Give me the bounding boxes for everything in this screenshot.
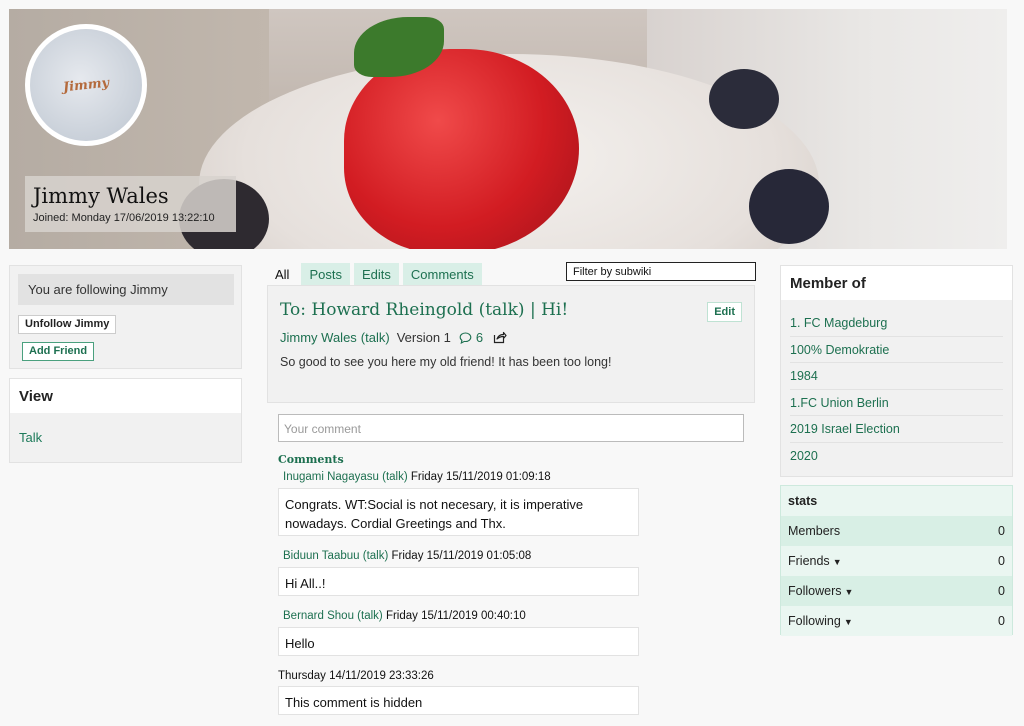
- member-of-card: Member of 1. FC Magdeburg 100% Demokrati…: [780, 265, 1013, 477]
- comment-header: Thursday 14/11/2019 23:33:26: [278, 670, 434, 682]
- share-icon[interactable]: [493, 331, 507, 344]
- post-body: So good to see you here my old friend! I…: [280, 355, 612, 369]
- stat-value: 0: [998, 554, 1005, 568]
- post-meta: Jimmy Wales (talk) Version 1 6: [280, 330, 507, 345]
- stat-label: Friends: [788, 554, 830, 568]
- stat-row-friends[interactable]: Friends ▼ 0: [781, 546, 1012, 576]
- edit-button[interactable]: Edit: [707, 302, 742, 322]
- banner-blueberry-shape: [749, 169, 829, 244]
- follow-card: You are following Jimmy Unfollow Jimmy A…: [9, 265, 242, 369]
- comment-body: Congrats. WT:Social is not necesary, it …: [278, 488, 639, 536]
- comment-header: Bernard Shou (talk) Friday 15/11/2019 00…: [283, 610, 526, 622]
- following-status: You are following Jimmy: [18, 274, 234, 305]
- comments-heading: Comments: [278, 453, 344, 466]
- comment-body-hidden: This comment is hidden: [278, 686, 639, 715]
- joined-date: Joined: Monday 17/06/2019 13:22:10: [33, 212, 215, 224]
- comment-author-link[interactable]: Biduun Taabuu: [283, 550, 360, 562]
- profile-banner: Jimmy Jimmy Wales Joined: Monday 17/06/2…: [9, 9, 1007, 249]
- tab-all[interactable]: All: [267, 263, 298, 285]
- comment-author-link[interactable]: Inugami Nagayasu: [283, 471, 379, 483]
- caret-down-icon[interactable]: ▼: [845, 587, 854, 597]
- stat-value: 0: [998, 614, 1005, 628]
- tab-edits[interactable]: Edits: [353, 263, 399, 285]
- post-version: Version 1: [396, 330, 451, 345]
- subwiki-filter-select[interactable]: Filter by subwiki: [566, 262, 756, 281]
- stat-row-followers[interactable]: Followers ▼ 0: [781, 576, 1012, 606]
- list-item[interactable]: 1.FC Union Berlin: [790, 390, 1003, 416]
- tab-posts[interactable]: Posts: [301, 263, 350, 285]
- banner-blueberry-shape: [709, 69, 779, 129]
- add-friend-button[interactable]: Add Friend: [22, 342, 95, 361]
- caret-down-icon[interactable]: ▼: [833, 557, 842, 567]
- comment-body: Hello: [278, 627, 639, 656]
- comment-date: Friday 15/11/2019 00:40:10: [385, 610, 526, 622]
- comment-header: Biduun Taabuu (talk) Friday 15/11/2019 0…: [283, 550, 531, 562]
- stat-label: Followers: [788, 584, 842, 598]
- avatar-logo-text: Jimmy: [62, 75, 110, 95]
- stat-label: Members: [788, 524, 841, 538]
- comment-author-link[interactable]: Bernard Shou: [283, 610, 354, 622]
- list-item[interactable]: 1. FC Magdeburg: [790, 310, 1003, 337]
- post-author-talk-link[interactable]: (talk): [361, 330, 390, 345]
- stat-row-following[interactable]: Following ▼ 0: [781, 606, 1012, 636]
- comment-count[interactable]: 6: [476, 330, 483, 345]
- stat-row-members: Members 0: [781, 516, 1012, 546]
- avatar-image: Jimmy: [30, 29, 142, 141]
- view-card: View Talk: [9, 378, 242, 463]
- stats-heading: stats: [781, 486, 1012, 516]
- comment-date: Friday 15/11/2019 01:05:08: [391, 550, 532, 562]
- comment-date: Thursday 14/11/2019 23:33:26: [278, 670, 434, 682]
- list-item[interactable]: 1984: [790, 363, 1003, 390]
- view-heading: View: [10, 379, 241, 413]
- comment-talk-link[interactable]: (talk): [357, 610, 383, 622]
- comment-header: Inugami Nagayasu (talk) Friday 15/11/201…: [283, 471, 551, 483]
- stat-value: 0: [998, 524, 1005, 538]
- list-item[interactable]: 2020: [790, 443, 1003, 470]
- talk-link[interactable]: Talk: [10, 413, 241, 462]
- stat-value: 0: [998, 584, 1005, 598]
- member-of-heading: Member of: [781, 266, 1012, 300]
- stat-label: Following: [788, 614, 841, 628]
- comment-talk-link[interactable]: (talk): [363, 550, 389, 562]
- comment-talk-link[interactable]: (talk): [382, 471, 408, 483]
- profile-name: Jimmy Wales: [33, 184, 169, 208]
- post-author-link[interactable]: Jimmy Wales: [280, 330, 357, 345]
- comment-icon[interactable]: [459, 331, 472, 344]
- comment-date: Friday 15/11/2019 01:09:18: [410, 471, 551, 483]
- tab-comments[interactable]: Comments: [402, 263, 482, 285]
- comment-input[interactable]: Your comment: [278, 414, 744, 442]
- avatar[interactable]: Jimmy: [25, 24, 147, 146]
- banner-strawberry-shape: [344, 49, 579, 249]
- profile-name-box: Jimmy Wales Joined: Monday 17/06/2019 13…: [25, 176, 236, 232]
- list-item[interactable]: 2019 Israel Election: [790, 416, 1003, 443]
- post-card: To: Howard Rheingold (talk) | Hi! Edit J…: [267, 285, 755, 403]
- unfollow-button[interactable]: Unfollow Jimmy: [18, 315, 117, 334]
- post-title[interactable]: To: Howard Rheingold (talk) | Hi!: [280, 300, 568, 320]
- comment-body: Hi All..!: [278, 567, 639, 596]
- member-of-list: 1. FC Magdeburg 100% Demokratie 1984 1.F…: [781, 300, 1012, 469]
- list-item[interactable]: 100% Demokratie: [790, 337, 1003, 363]
- stats-card: stats Members 0 Friends ▼ 0 Followers ▼ 0 …: [780, 485, 1013, 636]
- caret-down-icon[interactable]: ▼: [844, 617, 853, 627]
- feed-tabs: All Posts Edits Comments: [267, 263, 486, 285]
